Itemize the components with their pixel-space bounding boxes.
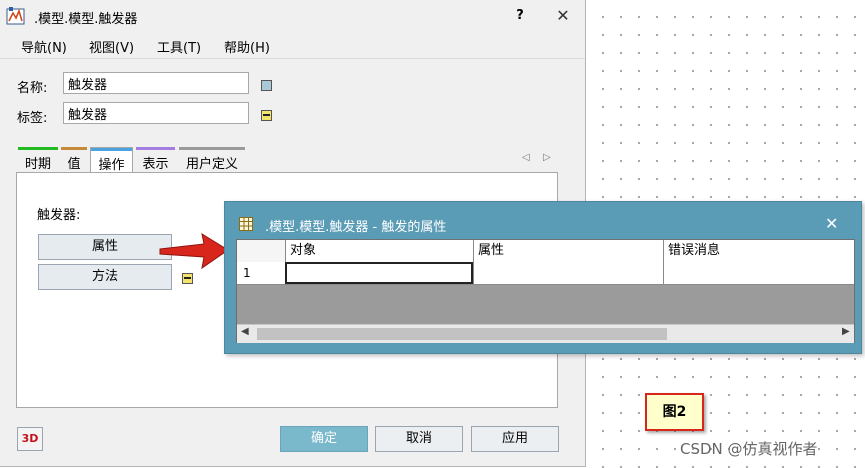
tag-label: 标签: [17, 111, 48, 126]
tab-actions-color-bar [91, 148, 132, 151]
tab-actions-label: 操作 [98, 158, 125, 173]
tab-display[interactable]: 表示 [136, 147, 175, 172]
scroll-right-icon[interactable]: ▶ [842, 326, 850, 337]
scrollbar-thumb[interactable] [257, 328, 667, 340]
column-header-property[interactable]: 属性 [473, 240, 663, 262]
menu-navigate[interactable]: 导航(N) [21, 37, 67, 56]
tag-field[interactable] [63, 102, 249, 124]
help-button[interactable]: ? [510, 8, 530, 23]
watermark: CSDN @仿真视作者 [680, 440, 818, 458]
column-header-object[interactable]: 对象 [285, 240, 473, 262]
tab-user-defined-label: 用户定义 [185, 157, 238, 172]
horizontal-scrollbar[interactable]: ◀ ▶ [237, 324, 854, 343]
column-header-error-message[interactable]: 错误消息 [663, 240, 854, 262]
object-cell[interactable] [285, 262, 473, 284]
apply-button[interactable]: 应用 [471, 426, 559, 452]
name-indicator-icon[interactable] [261, 80, 272, 91]
name-field[interactable] [63, 72, 249, 94]
close-button[interactable]: ✕ [552, 6, 574, 25]
grid-corner-cell[interactable] [237, 240, 285, 262]
tab-scroll-left-icon[interactable]: ◁ [522, 152, 530, 163]
dialog-title: .模型.模型.触发器 - 触发的属性 [265, 220, 447, 235]
properties-button[interactable]: 属性 [38, 234, 172, 260]
tab-value[interactable]: 值 [61, 147, 87, 172]
dialog-close-button[interactable]: ✕ [825, 214, 838, 233]
properties-grid: 对象 属性 错误消息 1 ◀ ▶ [236, 239, 855, 343]
tag-indicator-icon[interactable] [261, 110, 272, 121]
row-index-cell[interactable]: 1 [237, 262, 285, 284]
error-message-cell[interactable] [663, 262, 854, 284]
grid-header-row: 对象 属性 错误消息 [237, 240, 854, 263]
methods-button[interactable]: 方法 [38, 264, 172, 290]
cancel-button[interactable]: 取消 [375, 426, 463, 452]
tab-user-defined-color-bar [179, 147, 245, 150]
trigger-properties-dialog: .模型.模型.触发器 - 触发的属性 ✕ 对象 属性 错误消息 1 ◀ ▶ [224, 201, 862, 354]
tab-value-label: 值 [67, 157, 81, 172]
tab-display-color-bar [136, 147, 175, 150]
red-arrow-annotation [159, 232, 229, 270]
menu-view[interactable]: 视图(V) [89, 37, 134, 56]
menu-help[interactable]: 帮助(H) [224, 37, 270, 56]
tab-value-color-bar [61, 147, 87, 150]
scroll-left-icon[interactable]: ◀ [241, 326, 249, 337]
tab-period[interactable]: 时期 [18, 147, 58, 172]
trigger-label: 触发器: [37, 208, 81, 223]
tab-scroll-right-icon[interactable]: ▷ [543, 152, 551, 163]
name-label: 名称: [17, 81, 48, 96]
tab-actions[interactable]: 操作 [90, 147, 133, 173]
menu-bar: 导航(N) 视图(V) 工具(T) 帮助(H) [0, 32, 585, 59]
tab-period-label: 时期 [24, 157, 51, 172]
figure-label: 图2 [645, 393, 704, 431]
tab-user-defined[interactable]: 用户定义 [179, 147, 245, 172]
trigger-app-icon [6, 7, 25, 25]
3d-view-icon[interactable]: 3D [17, 427, 43, 451]
menu-tools[interactable]: 工具(T) [157, 37, 201, 56]
tab-period-color-bar [18, 147, 58, 150]
ok-button[interactable]: 确定 [280, 426, 368, 452]
property-cell[interactable] [473, 262, 663, 284]
tab-display-label: 表示 [142, 157, 169, 172]
table-row: 1 [237, 262, 854, 285]
table-icon [239, 217, 253, 231]
methods-indicator-icon[interactable] [182, 273, 193, 284]
window-titlebar: .模型.模型.触发器 ? ✕ [0, 0, 585, 32]
window-title: .模型.模型.触发器 [34, 12, 138, 27]
